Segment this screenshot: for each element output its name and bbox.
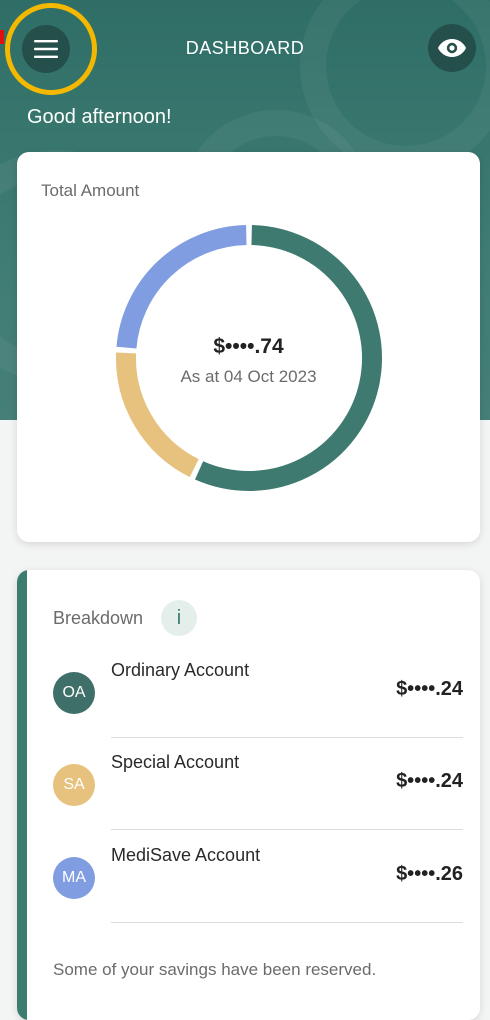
account-value: $••••.26	[396, 863, 463, 885]
info-button[interactable]: i	[161, 600, 197, 636]
info-icon: i	[176, 606, 182, 629]
total-amount-value: $••••.74	[213, 335, 284, 358]
account-row-special[interactable]: SA Special Account $••••.24	[53, 738, 463, 830]
page-title: DASHBOARD	[185, 38, 305, 58]
donut-segment-3	[116, 225, 247, 349]
account-name: MediSave Account	[111, 845, 261, 865]
account-row-medisave[interactable]: MA MediSave Account $••••.26	[53, 831, 463, 923]
avatar: SA	[53, 764, 95, 806]
account-name: Ordinary Account	[111, 660, 250, 680]
total-amount-card: Total Amount $••••.74 As at 04 Oct 2023	[17, 152, 480, 542]
as-at-date: As at 04 Oct 2023	[180, 367, 317, 386]
account-name: Special Account	[111, 752, 240, 772]
eye-icon	[438, 39, 466, 57]
breakdown-card: Breakdown i OA Ordinary Account $••••.24…	[17, 570, 480, 1020]
greeting-text: Good afternoon!	[27, 106, 172, 128]
account-value: $••••.24	[396, 770, 463, 792]
account-value: $••••.24	[396, 678, 463, 700]
card-accent-bar	[17, 570, 27, 1020]
avatar: OA	[53, 672, 95, 714]
reserved-note: Some of your savings have been reserved.	[53, 960, 377, 979]
toggle-visibility-button[interactable]	[428, 24, 476, 72]
breakdown-label: Breakdown	[53, 608, 144, 628]
avatar: MA	[53, 857, 95, 899]
divider	[111, 922, 463, 923]
account-row-ordinary[interactable]: OA Ordinary Account $••••.24	[53, 646, 463, 738]
divider	[111, 829, 463, 830]
